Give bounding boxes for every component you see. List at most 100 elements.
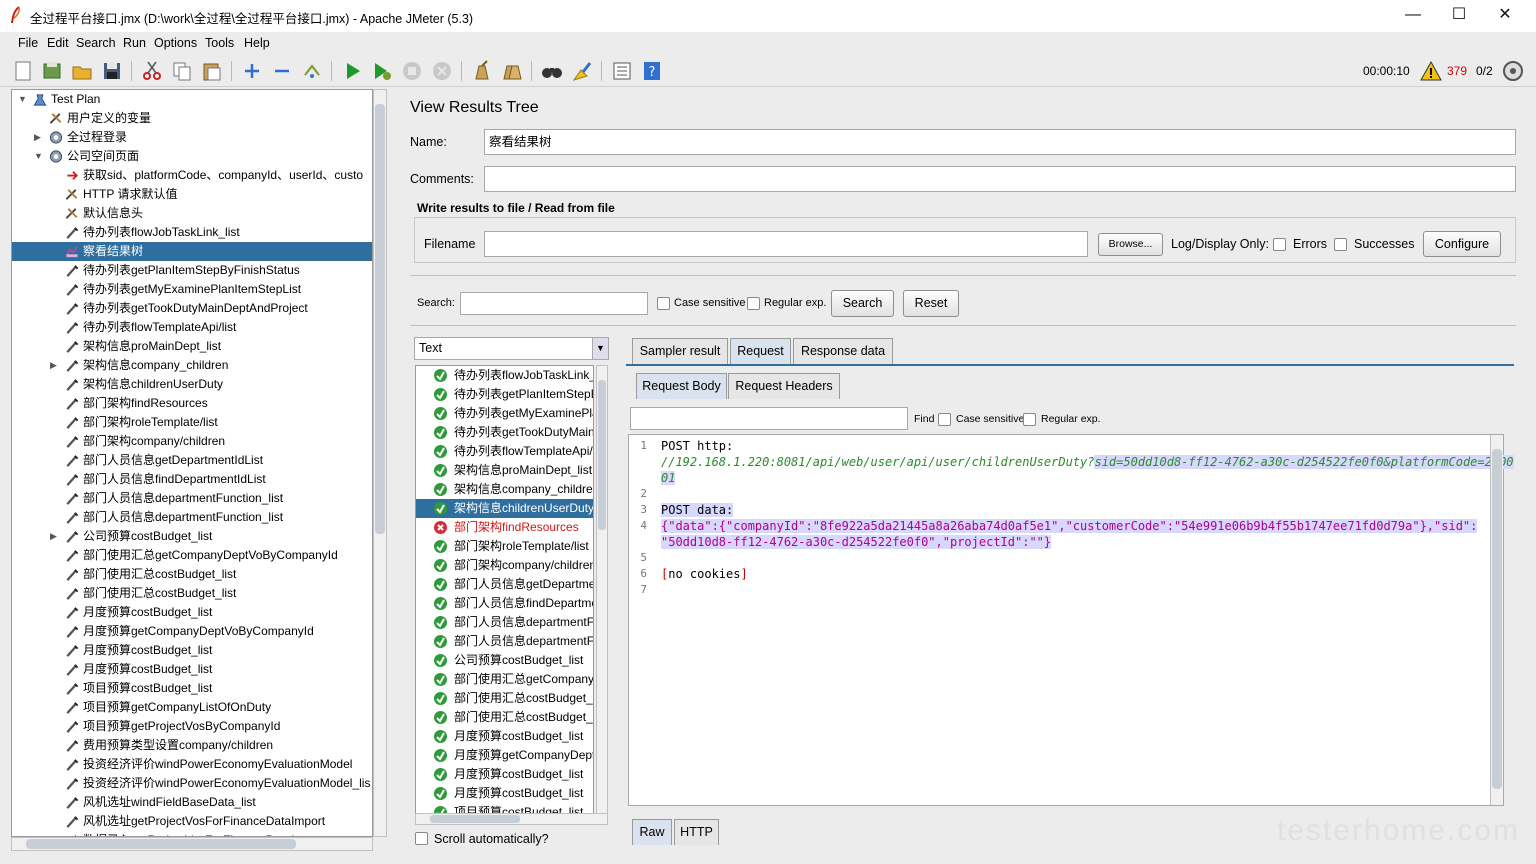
warning-icon[interactable] [1420,60,1442,82]
tree-node[interactable]: 项目预算getCompanyListOfOnDuty [12,698,372,717]
tree-node[interactable]: 部门人员信息departmentFunction_list [12,508,372,527]
sampler-result-item[interactable]: 部门使用汇总getCompanyDeptVoByCompanyId [416,670,593,689]
tree-node[interactable]: 默认信息头 [12,204,372,223]
browse-button[interactable]: Browse... [1098,233,1163,256]
tree-node[interactable]: 部门架构findResources [12,394,372,413]
tree-node[interactable]: 用户定义的变量 [12,109,372,128]
tree-node[interactable]: 风机选址windFieldBaseData_list [12,793,372,812]
clear-icon[interactable] [471,60,493,82]
menu-file[interactable]: File [18,36,38,50]
sampler-result-item[interactable]: 部门架构company/children [416,556,593,575]
search-field[interactable] [460,292,648,315]
tree-node[interactable]: 待办列表getTookDutyMainDeptAndProject [12,299,372,318]
tree-node[interactable]: 部门使用汇总costBudget_list [12,584,372,603]
collapse-icon[interactable] [271,60,293,82]
tree-node[interactable]: ▼ Test Plan [12,90,372,109]
tree-node[interactable]: HTTP 请求默认值 [12,185,372,204]
editor-scrollbar[interactable] [1490,435,1503,805]
tree-node[interactable]: 架构信息childrenUserDuty [12,375,372,394]
paste-icon[interactable] [201,60,223,82]
renderer-select[interactable]: Text [414,337,609,360]
tree-node[interactable]: 投资经济评价windPowerEconomyEvaluationModel_li… [12,774,372,793]
help-icon[interactable]: ? [641,60,663,82]
scroll-automatically-checkbox[interactable] [415,832,428,845]
warning-count[interactable]: 379 [1447,64,1467,78]
test-plan-tree[interactable]: ▼ Test Plan 用户定义的变量 ▶ 全过程登录 ▼ 公司空间页面 获取sid、plat… [11,89,373,837]
tab-request-body[interactable]: Request Body [636,373,727,399]
menu-edit[interactable]: Edit [47,36,69,50]
search-button[interactable]: Search [831,290,894,317]
tree-node[interactable]: ▶ 全过程登录 [12,128,372,147]
successes-checkbox[interactable] [1334,238,1347,251]
tree-node[interactable]: 待办列表flowTemplateApi/list [12,318,372,337]
tree-collapse-icon[interactable]: ▼ [34,147,43,166]
tree-node[interactable]: ▶ 公司预算costBudget_list [12,527,372,546]
reset-button[interactable]: Reset [903,290,959,317]
menu-tools[interactable]: Tools [205,36,234,50]
sampler-result-item[interactable]: 部门人员信息departmentFunction_list [416,613,593,632]
stop-icon[interactable] [401,60,423,82]
minimize-button[interactable]: — [1390,0,1436,32]
tree-node[interactable]: 部门架构company/children [12,432,372,451]
sampler-result-item[interactable]: 部门架构roleTemplate/list [416,537,593,556]
tab-response-data[interactable]: Response data [793,338,893,364]
tree-node[interactable]: ▼ 公司空间页面 [12,147,372,166]
tab-http[interactable]: HTTP [674,819,719,845]
tree-node[interactable]: 架构信息proMainDept_list [12,337,372,356]
sampler-result-item[interactable]: 部门架构findResources [416,518,593,537]
tree-node[interactable]: ▶ 架构信息company_children [12,356,372,375]
search-icon[interactable] [541,60,563,82]
errors-checkbox[interactable] [1273,238,1286,251]
sampler-list-scrollbar[interactable] [596,365,608,815]
sampler-result-item[interactable]: 公司预算costBudget_list [416,651,593,670]
sampler-result-list[interactable]: 待办列表flowJobTaskLink_list 待办列表getPlanItemS… [415,365,594,815]
sampler-result-item[interactable]: 待办列表flowTemplateApi/list [416,442,593,461]
tab-request-headers[interactable]: Request Headers [728,373,840,399]
tree-node[interactable]: 部门人员信息findDepartmentIdList [12,470,372,489]
comments-field[interactable] [484,166,1516,192]
tree-node[interactable]: 月度预算getCompanyDeptVoByCompanyId [12,622,372,641]
tree-horizontal-scrollbar[interactable] [11,837,373,851]
tree-node[interactable]: 部门人员信息getDepartmentIdList [12,451,372,470]
tree-node[interactable]: 部门架构roleTemplate/list [12,413,372,432]
menu-options[interactable]: Options [154,36,197,50]
new-icon[interactable] [12,60,34,82]
menu-run[interactable]: Run [123,36,146,50]
chevron-down-icon[interactable]: ▼ [592,338,608,359]
tree-node[interactable]: 项目预算costBudget_list [12,679,372,698]
sampler-result-item[interactable]: 架构信息childrenUserDuty [416,499,593,518]
start-no-pause-icon[interactable] [371,60,393,82]
sampler-result-item[interactable]: 部门人员信息departmentFunction_list [416,632,593,651]
pane-splitter[interactable] [392,89,400,859]
divider-1[interactable] [410,275,1516,279]
templates-icon[interactable] [41,60,63,82]
function-helper-icon[interactable] [611,60,633,82]
shutdown-icon[interactable] [431,60,453,82]
divider-2[interactable] [410,325,1516,329]
name-field[interactable]: 察看结果树 [484,129,1516,155]
tree-node[interactable]: 察看结果树 [12,242,372,261]
sampler-result-item[interactable]: 待办列表getTookDutyMainDeptAndProject [416,423,593,442]
save-icon[interactable] [101,60,123,82]
tree-node[interactable]: 部门使用汇总getCompanyDeptVoByCompanyId [12,546,372,565]
configure-button[interactable]: Configure [1423,231,1501,257]
sampler-list-hscroll[interactable] [415,813,608,825]
tree-node[interactable]: 部门人员信息departmentFunction_list [12,489,372,508]
tree-expand-icon[interactable]: ▶ [34,128,41,147]
menu-search[interactable]: Search [76,36,116,50]
tree-vertical-scrollbar[interactable] [373,89,387,837]
sampler-result-item[interactable]: 部门人员信息getDepartmentIdList [416,575,593,594]
sampler-result-item[interactable]: 月度预算costBudget_list [416,727,593,746]
toggle-icon[interactable] [301,60,323,82]
find-case-sensitive-checkbox[interactable] [938,413,951,426]
tree-node[interactable]: 月度预算costBudget_list [12,641,372,660]
sampler-result-item[interactable]: 部门人员信息findDepartmentIdList [416,594,593,613]
request-body-editor[interactable]: 1 POST http: //192.168.1.220:8081/api/web/… [628,434,1514,806]
find-regex-checkbox[interactable] [1023,413,1036,426]
tab-request[interactable]: Request [730,338,791,364]
reset-search-icon[interactable] [571,60,593,82]
tree-node[interactable]: 月度预算costBudget_list [12,660,372,679]
tab-raw[interactable]: Raw [632,819,672,845]
sampler-result-item[interactable]: 待办列表getMyExaminePlanItemStepList [416,404,593,423]
tree-expand-icon[interactable]: ▶ [50,527,57,546]
